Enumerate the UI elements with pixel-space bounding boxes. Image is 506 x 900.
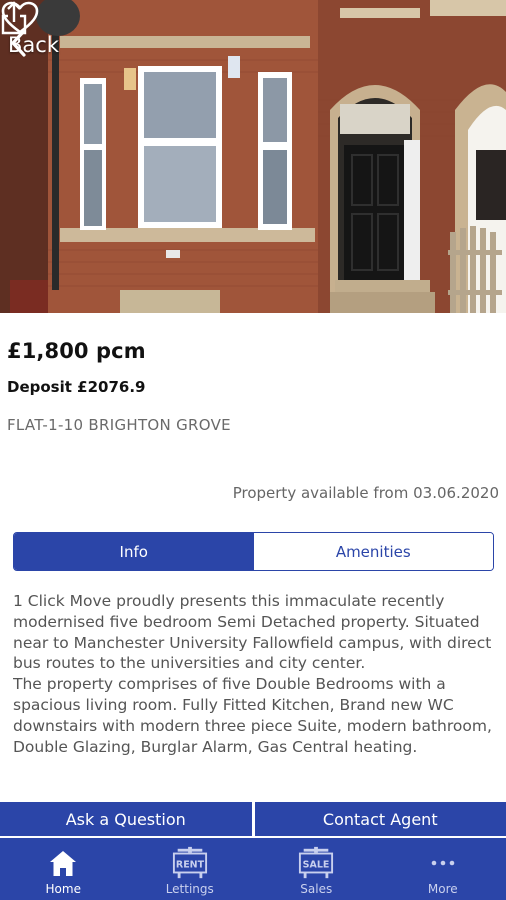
nav-label-lettings: Lettings	[165, 882, 214, 896]
favorite-heart-icon[interactable]	[0, 0, 40, 36]
property-photo: Back	[0, 0, 506, 313]
availability-label: Property available from 03.06.2020	[232, 484, 499, 502]
property-description: 1 Click Move proudly presents this immac…	[13, 591, 497, 798]
sale-badge-text: SALE	[303, 860, 330, 871]
nav-label-home: Home	[45, 882, 81, 896]
nav-item-lettings[interactable]: RENT Lettings	[127, 838, 254, 900]
price-label: £1,800 pcm	[7, 339, 146, 363]
nav-item-home[interactable]: Home	[0, 838, 127, 900]
ask-question-button[interactable]: Ask a Question	[0, 802, 252, 836]
nav-label-more: More	[427, 882, 458, 896]
nav-item-sales[interactable]: SALE Sales	[253, 838, 380, 900]
address-label: FLAT-1-10 BRIGHTON GROVE	[7, 416, 231, 434]
description-paragraph: 1 Click Move proudly presents this immac…	[13, 592, 492, 673]
contact-agent-button[interactable]: Contact Agent	[254, 802, 506, 836]
tab-amenities[interactable]: Amenities	[253, 533, 493, 570]
nav-item-more[interactable]: More	[380, 838, 506, 900]
description-paragraph: The property comprises of five Double Be…	[13, 675, 492, 756]
action-bar: Ask a Question Contact Agent	[0, 802, 506, 836]
bottom-nav: Home RENT Lettings SALE Sales More	[0, 838, 506, 900]
more-dots-icon	[431, 860, 455, 866]
info-tabs: Info Amenities	[13, 532, 494, 571]
deposit-label: Deposit £2076.9	[7, 378, 146, 396]
sale-sign-icon: SALE	[299, 846, 334, 879]
house-illustration	[0, 0, 506, 313]
home-icon	[50, 851, 77, 876]
rent-badge-text: RENT	[176, 860, 205, 871]
rent-sign-icon: RENT	[172, 846, 207, 879]
nav-label-sales: Sales	[300, 882, 333, 896]
tab-info[interactable]: Info	[14, 533, 254, 570]
